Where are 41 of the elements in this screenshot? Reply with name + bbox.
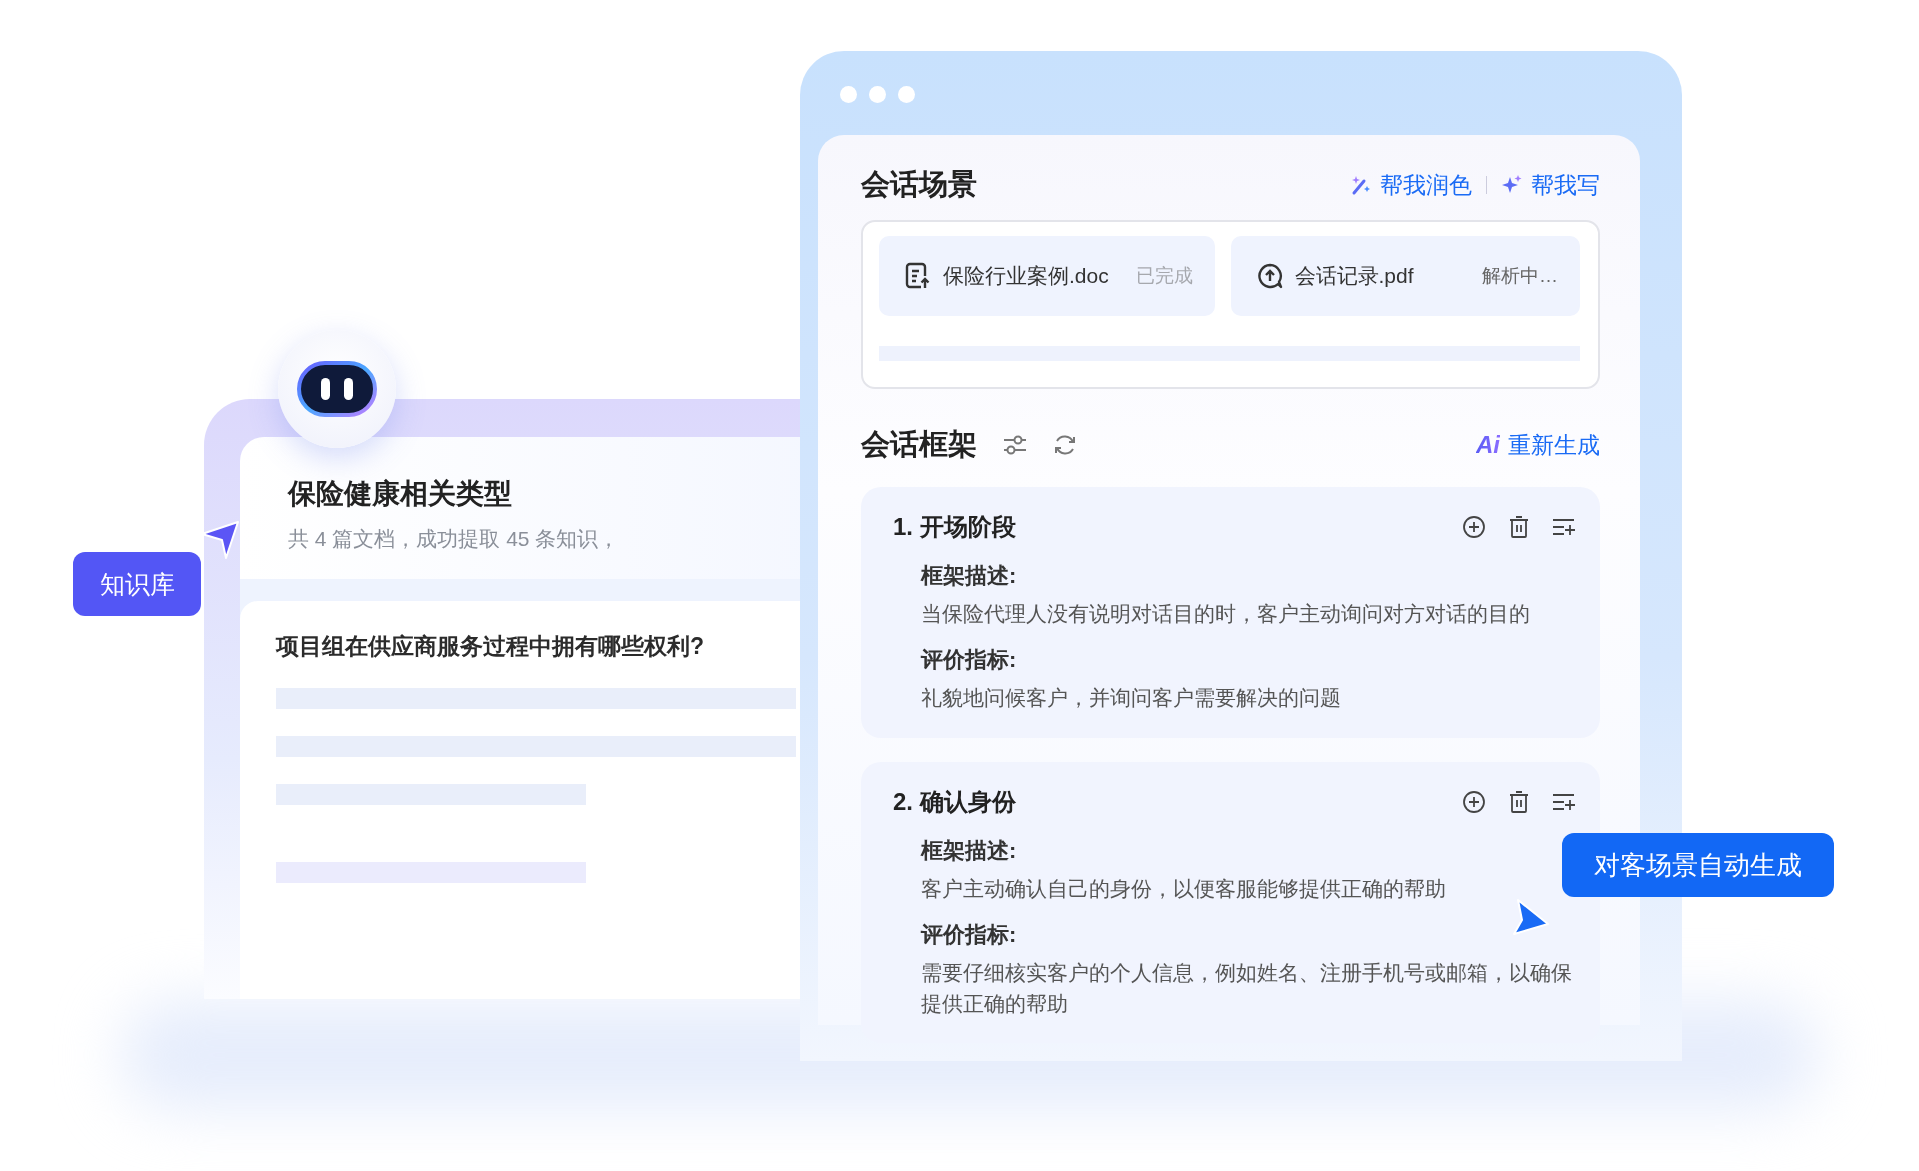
- robot-face-icon: [297, 361, 377, 417]
- file-name: 会话记录.pdf: [1294, 263, 1415, 289]
- ai-action-link[interactable]: 帮我润色: [1350, 169, 1472, 201]
- section-title: 会话场景: [861, 167, 977, 202]
- window-dot: [898, 86, 915, 103]
- delete-icon[interactable]: [1508, 789, 1530, 814]
- field-label: 框架描述:: [921, 562, 1017, 590]
- add-icon[interactable]: [1462, 515, 1486, 539]
- knowledge-base-label: 知识库: [73, 552, 201, 616]
- field-text: 客户主动确认自己的身份，以便客服能够提供正确的帮助: [921, 875, 1447, 902]
- question-text: 项目组在供应商服务过程中拥有哪些权利?: [276, 632, 706, 661]
- regenerate-link[interactable]: Ai 重新生成: [1476, 429, 1600, 461]
- stage-title: 1. 开场阶段: [893, 512, 1016, 542]
- file-name: 保险行业案例.doc: [943, 263, 1110, 289]
- delete-icon[interactable]: [1508, 515, 1530, 539]
- field-label: 评价指标:: [921, 921, 1017, 950]
- settings-icon[interactable]: [1003, 434, 1027, 456]
- field-text: 礼貌地问候客户，并询问客户需要解决的问题: [921, 685, 1342, 712]
- field-text: 当保险代理人没有说明对话目的时，客户主动询问对方对话的目的: [921, 601, 1531, 627]
- ai-action-link[interactable]: 帮我写: [1501, 169, 1600, 201]
- window-dot: [869, 86, 886, 103]
- insert-row-icon[interactable]: [1552, 516, 1576, 538]
- file-status: 解析中…: [1482, 264, 1558, 288]
- field-text: 需要仔细核实客户的个人信息，例如姓名、注册手机号或邮箱，以确保提供正确的帮助: [921, 960, 1573, 1017]
- file-chip[interactable]: 保险行业案例.doc 已完成: [879, 236, 1215, 316]
- file-chip[interactable]: 会话记录.pdf 解析中…: [1230, 236, 1580, 316]
- refresh-icon[interactable]: [1053, 433, 1077, 457]
- field-label: 框架描述:: [921, 836, 1017, 865]
- upload-icon: [1256, 263, 1283, 289]
- cursor-arrow-icon: [1510, 898, 1550, 938]
- add-icon[interactable]: [1462, 789, 1486, 814]
- field-label: 评价指标:: [921, 646, 1017, 675]
- feature-label: 对客场景自动生成: [1562, 833, 1834, 897]
- stage-title: 2. 确认身份: [893, 786, 1016, 817]
- section-title: 会话框架: [861, 427, 977, 462]
- window-dot: [840, 86, 857, 103]
- document-icon: [905, 262, 931, 290]
- card-summary: 共 4 篇文档，成功提取 45 条知识，: [288, 526, 621, 552]
- file-status: 已完成: [1135, 264, 1193, 288]
- card-title: 保险健康相关类型: [288, 477, 513, 511]
- magic-wand-icon: [1350, 174, 1372, 196]
